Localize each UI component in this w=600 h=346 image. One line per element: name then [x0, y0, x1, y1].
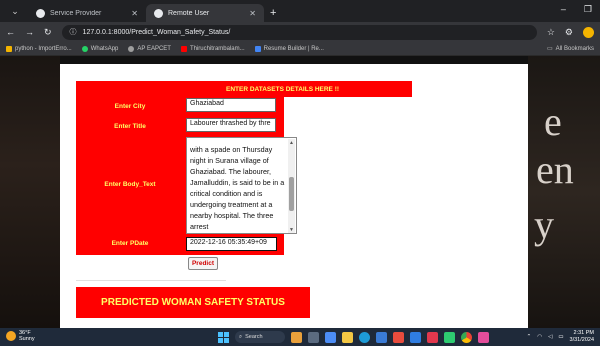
textarea-line: arrest: [190, 222, 209, 231]
address-bar: ← → ↻ ⓘ 127.0.0.1:8000/Predict_Woman_Saf…: [0, 22, 600, 42]
windows-start-icon[interactable]: [218, 331, 229, 343]
background-letter: en: [536, 147, 574, 192]
star-icon[interactable]: ☆: [547, 27, 555, 38]
document-icon: [254, 45, 261, 52]
battery-icon[interactable]: ▭: [558, 334, 563, 340]
textarea-line: Ghaziabad. The labourer,: [190, 167, 271, 176]
app-icon[interactable]: [478, 331, 489, 343]
globe-icon: [36, 8, 45, 18]
all-bookmarks[interactable]: ▭ All Bookmarks: [546, 45, 594, 53]
textarea-line: undergoing treatment at a: [190, 200, 273, 209]
tab-search-icon[interactable]: ⌄: [6, 2, 24, 20]
textarea-line: critical condition and is: [190, 189, 263, 198]
globe-icon: [128, 45, 135, 52]
chevron-up-icon[interactable]: ⌃: [527, 334, 532, 340]
app-icon[interactable]: [427, 331, 438, 343]
reload-icon[interactable]: ↻: [44, 27, 52, 38]
form-header-text: ENTER DATASETS DETAILS HERE !!: [226, 85, 340, 93]
result-banner: PREDICTED WOMAN SAFETY STATUS: [76, 287, 310, 318]
scroll-thumb[interactable]: [289, 177, 294, 211]
body-text-label: Enter Body_Text: [104, 181, 156, 188]
bookmarks-bar: python - ImportErro... WhatsApp AP EAPCE…: [0, 42, 600, 56]
weather-widget[interactable]: 36°F Sunny: [6, 330, 35, 342]
tab-label: Service Provider: [50, 9, 102, 17]
minimize-icon[interactable]: –: [561, 4, 566, 15]
clock[interactable]: 2:31 PM 3/31/2024: [570, 330, 594, 343]
background-image-right: e en y: [528, 56, 600, 328]
url-field[interactable]: ⓘ 127.0.0.1:8000/Predict_Woman_Safety_St…: [61, 24, 537, 40]
system-tray: ⌃ ◠ ◁ ▭ 2:31 PM 3/31/2024: [527, 330, 594, 343]
bookmark-item[interactable]: AP EAPCET: [128, 45, 171, 52]
store-icon[interactable]: [376, 331, 387, 343]
wifi-icon[interactable]: ◠: [537, 334, 542, 340]
app-icon[interactable]: [410, 331, 421, 343]
search-icon: ⌕: [239, 333, 243, 340]
predict-button[interactable]: Predict: [188, 257, 218, 270]
taskbar-search[interactable]: ⌕ Search: [235, 331, 285, 343]
pdate-label: Enter PDate: [111, 240, 149, 247]
tab-remote-user[interactable]: Remote User ✕: [146, 4, 264, 22]
title-label: Enter Title: [114, 123, 146, 130]
app-icon[interactable]: [393, 331, 404, 343]
new-tab-icon[interactable]: +: [270, 7, 276, 19]
scroll-down-icon[interactable]: ▼: [288, 226, 295, 233]
profile-avatar[interactable]: [583, 26, 594, 38]
tab-service-provider[interactable]: Service Provider ✕: [28, 4, 146, 22]
weather-desc: Sunny: [19, 336, 35, 342]
city-label: Enter City: [114, 103, 146, 110]
task-view-icon[interactable]: [308, 331, 319, 343]
volume-icon[interactable]: ◁: [548, 334, 552, 340]
background-letter: e: [544, 99, 562, 144]
url-text: 127.0.0.1:8000/Predict_Woman_Safety_Stat…: [82, 28, 231, 36]
textarea-scrollbar[interactable]: ▲ ▼: [288, 139, 295, 233]
bookmark-item[interactable]: Thiruchitrambalam...: [180, 45, 245, 52]
back-icon[interactable]: ←: [6, 27, 15, 37]
folder-icon: ▭: [546, 46, 553, 52]
youtube-icon: [180, 45, 187, 52]
bookmark-icon: [6, 45, 12, 52]
chat-icon[interactable]: [325, 331, 336, 343]
close-icon[interactable]: ✕: [131, 9, 138, 18]
widgets-icon[interactable]: [291, 331, 302, 343]
background-image-left: [0, 56, 60, 328]
bookmark-item[interactable]: WhatsApp: [81, 45, 118, 52]
sun-icon: [6, 331, 16, 341]
file-explorer-icon[interactable]: [342, 331, 353, 343]
close-icon[interactable]: ✕: [249, 9, 256, 18]
app-icon[interactable]: [444, 331, 455, 343]
window-controls: – ❐: [561, 4, 592, 15]
forward-icon[interactable]: →: [25, 27, 34, 37]
title-input[interactable]: Labourer thrashed by thre: [186, 118, 276, 132]
textarea-line: Jamalluddin, is said to be in a: [190, 178, 285, 187]
textarea-line: nearby hospital. The three: [190, 211, 274, 220]
divider: [76, 280, 226, 281]
extensions-icon[interactable]: ⚙: [565, 27, 573, 38]
pdate-input[interactable]: 2022-12-16 05:35:49+09: [186, 237, 277, 251]
edge-icon[interactable]: [359, 331, 370, 343]
textarea-line: night in Surana village of: [190, 156, 269, 165]
bookmark-item[interactable]: Resume Builder | Re...: [254, 45, 324, 52]
textarea-line: with a spade on Thursday: [190, 145, 273, 154]
city-input[interactable]: Ghaziabad: [186, 98, 276, 112]
whatsapp-icon: [81, 45, 88, 52]
form-header-banner: ENTER DATASETS DETAILS HERE !!: [76, 81, 412, 97]
scroll-up-icon[interactable]: ▲: [288, 139, 295, 147]
site-info-icon[interactable]: ⓘ: [70, 27, 77, 37]
windows-taskbar: 36°F Sunny ⌕ Search ⌃ ◠ ◁ ▭ 2:31 PM 3/31…: [0, 328, 600, 346]
maximize-icon[interactable]: ❐: [584, 4, 592, 15]
background-letter: y: [534, 202, 554, 247]
bookmark-item[interactable]: python - ImportErro...: [6, 45, 72, 52]
chrome-icon[interactable]: [461, 331, 472, 343]
tab-bar: ⌄ Service Provider ✕ Remote User ✕ + – ❐: [0, 0, 600, 22]
globe-icon: [154, 8, 163, 18]
tab-label: Remote User: [168, 9, 210, 17]
body-text-textarea[interactable]: with a spade on Thursday night in Surana…: [186, 137, 297, 234]
